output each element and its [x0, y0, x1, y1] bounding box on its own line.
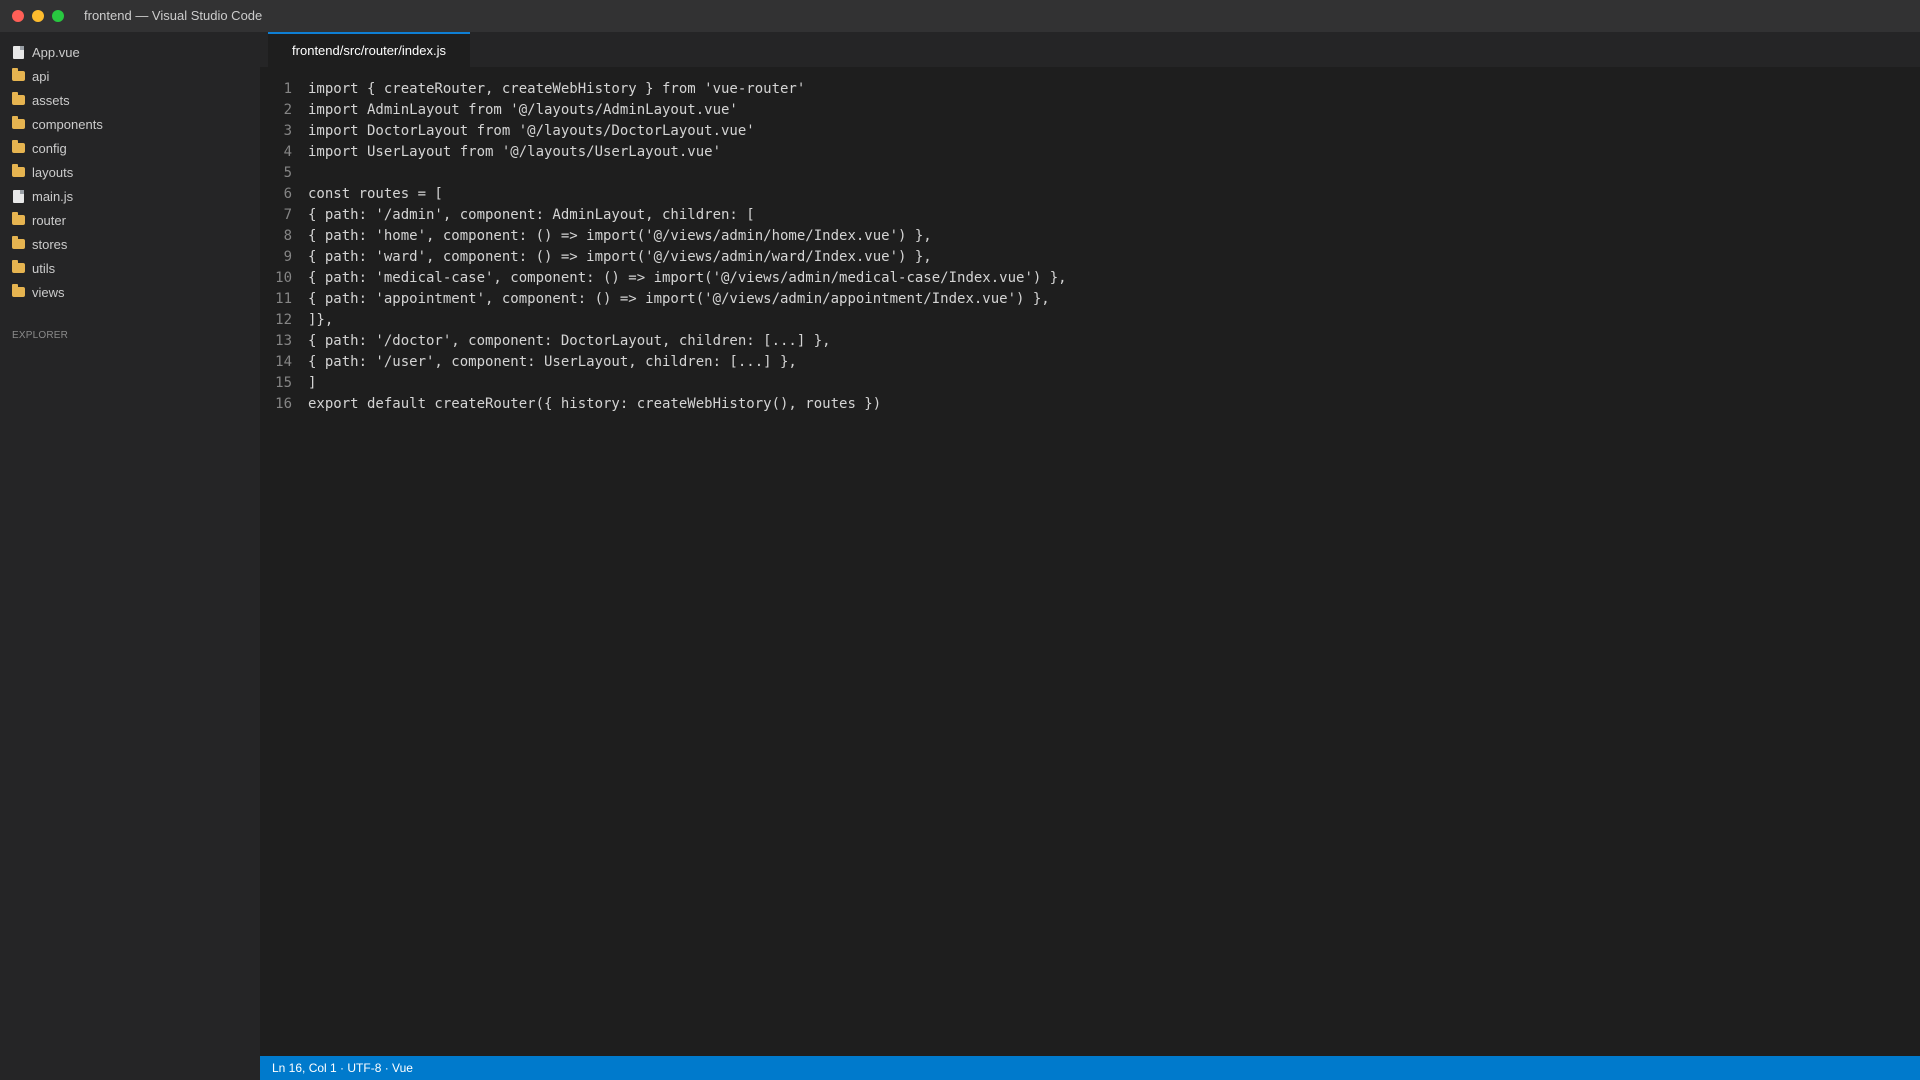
folder-icon — [12, 164, 28, 179]
title-bar: frontend — Visual Studio Code — [0, 0, 1920, 32]
sidebar-item-label: stores — [32, 236, 68, 252]
line-text: export default createRouter({ history: c… — [308, 396, 882, 412]
file-icon — [12, 45, 28, 59]
line-number: 10 — [275, 270, 292, 286]
line-text: import DoctorLayout from '@/layouts/Doct… — [308, 123, 755, 139]
folder-icon — [12, 236, 28, 251]
code-line[interactable]: 16 export default createRouter({ history:… — [260, 394, 1920, 415]
line-number: 8 — [283, 228, 292, 244]
line-text: import { createRouter, createWebHistory … — [308, 81, 806, 97]
file-icon — [12, 189, 28, 203]
line-text: { path: 'home', component: () => import(… — [308, 228, 932, 244]
line-number: 6 — [283, 186, 292, 202]
folder-icon — [12, 92, 28, 107]
code-line[interactable]: 2 import AdminLayout from '@/layouts/Admi… — [260, 100, 1920, 121]
line-number: 11 — [275, 291, 292, 307]
line-text: ] — [308, 375, 317, 391]
line-text: { path: 'medical-case', component: () =>… — [308, 270, 1067, 286]
sidebar-item-label: views — [32, 284, 65, 300]
sidebar-item-components[interactable]: components — [0, 112, 260, 136]
line-number: 7 — [283, 207, 292, 223]
code-line[interactable]: 7 { path: '/admin', component: AdminLayou… — [260, 205, 1920, 226]
line-text: { path: '/admin', component: AdminLayout… — [308, 207, 755, 223]
sidebar-item-utils[interactable]: utils — [0, 256, 260, 280]
sidebar-item-label: router — [32, 212, 66, 228]
sidebar-item-label: api — [32, 68, 50, 84]
line-number: 13 — [275, 333, 292, 349]
file-tree: App.vue api assets components config layouts m… — [0, 40, 260, 304]
folder-icon — [12, 68, 28, 83]
window-title: frontend — Visual Studio Code — [84, 8, 263, 23]
code-editor[interactable]: 1 import { createRouter, createWebHistory… — [260, 67, 1920, 1056]
code-line[interactable]: 9 { path: 'ward', component: () => import… — [260, 247, 1920, 268]
sidebar-item-assets[interactable]: assets — [0, 88, 260, 112]
code-line[interactable]: 15] — [260, 373, 1920, 394]
sidebar-item-layouts[interactable]: layouts — [0, 160, 260, 184]
status-text[interactable]: Ln 16, Col 1 · UTF-8 · Vue — [272, 1061, 413, 1075]
tab-index-js[interactable]: frontend/src/router/index.js — [268, 32, 470, 67]
code-line[interactable]: 1 import { createRouter, createWebHistory… — [260, 79, 1920, 100]
line-number: 5 — [283, 165, 292, 181]
code-line[interactable]: 3 import DoctorLayout from '@/layouts/Doc… — [260, 121, 1920, 142]
sidebar-item-label: assets — [32, 92, 70, 108]
sidebar-item-label: App.vue — [32, 44, 80, 60]
code-line[interactable]: 5 — [260, 163, 1920, 184]
code-line[interactable]: 11 { path: 'appointment', component: () =… — [260, 289, 1920, 310]
sidebar-item-app-vue[interactable]: App.vue — [0, 40, 260, 64]
code-line[interactable]: 10 { path: 'medical-case', component: () … — [260, 268, 1920, 289]
code-line[interactable]: 12]}, — [260, 310, 1920, 331]
sidebar-item-label: main.js — [32, 188, 74, 204]
sidebar-item-config[interactable]: config — [0, 136, 260, 160]
line-number: 4 — [283, 144, 292, 160]
folder-icon — [12, 260, 28, 275]
line-text: ]}, — [308, 312, 334, 328]
line-text: { path: '/user', component: UserLayout, … — [308, 354, 797, 370]
line-text: import UserLayout from '@/layouts/UserLa… — [308, 144, 722, 160]
code-line[interactable]: 6 const routes = [ — [260, 184, 1920, 205]
folder-icon — [12, 116, 28, 131]
code-line[interactable]: 8 { path: 'home', component: () => import… — [260, 226, 1920, 247]
line-number: 3 — [283, 123, 292, 139]
code-line[interactable]: 4 import UserLayout from '@/layouts/UserL… — [260, 142, 1920, 163]
tab-bar: frontend/src/router/index.js — [260, 32, 1920, 67]
line-text: { path: '/doctor', component: DoctorLayo… — [308, 333, 831, 349]
tab-label: frontend/src/router/index.js — [292, 43, 446, 58]
sidebar-item-router[interactable]: router — [0, 208, 260, 232]
folder-icon — [12, 212, 28, 227]
line-number: 14 — [275, 354, 292, 370]
sidebar-item-label: utils — [32, 260, 56, 276]
line-number: 15 — [275, 375, 292, 391]
sidebar-item-label: components — [32, 116, 103, 132]
sidebar-item-label: layouts — [32, 164, 74, 180]
folder-icon — [12, 284, 28, 299]
code-lines: 1 import { createRouter, createWebHistory… — [260, 79, 1920, 415]
line-number: 1 — [283, 81, 292, 97]
maximize-window-button[interactable] — [52, 10, 64, 22]
line-text: { path: 'appointment', component: () => … — [308, 291, 1050, 307]
line-number: 2 — [283, 102, 292, 118]
line-number: 9 — [283, 249, 292, 265]
code-line[interactable]: 14 { path: '/user', component: UserLayout… — [260, 352, 1920, 373]
line-number: 16 — [275, 396, 292, 412]
status-bar: Ln 16, Col 1 · UTF-8 · Vue — [260, 1056, 1920, 1080]
sidebar-item-views[interactable]: views — [0, 280, 260, 304]
close-window-button[interactable] — [12, 10, 24, 22]
sidebar-item-api[interactable]: api — [0, 64, 260, 88]
folder-icon — [12, 140, 28, 155]
sidebar-item-main-js[interactable]: main.js — [0, 184, 260, 208]
minimize-window-button[interactable] — [32, 10, 44, 22]
line-text: import AdminLayout from '@/layouts/Admin… — [308, 102, 738, 118]
line-number: 12 — [275, 312, 292, 328]
code-line[interactable]: 13 { path: '/doctor', component: DoctorLa… — [260, 331, 1920, 352]
sidebar-item-stores[interactable]: stores — [0, 232, 260, 256]
line-text: { path: 'ward', component: () => import(… — [308, 249, 932, 265]
explorer-section-label[interactable]: EXPLORER — [12, 330, 68, 341]
explorer-sidebar: App.vue api assets components config layouts m… — [0, 32, 260, 1080]
sidebar-item-label: config — [32, 140, 67, 156]
line-text: const routes = [ — [308, 186, 443, 202]
